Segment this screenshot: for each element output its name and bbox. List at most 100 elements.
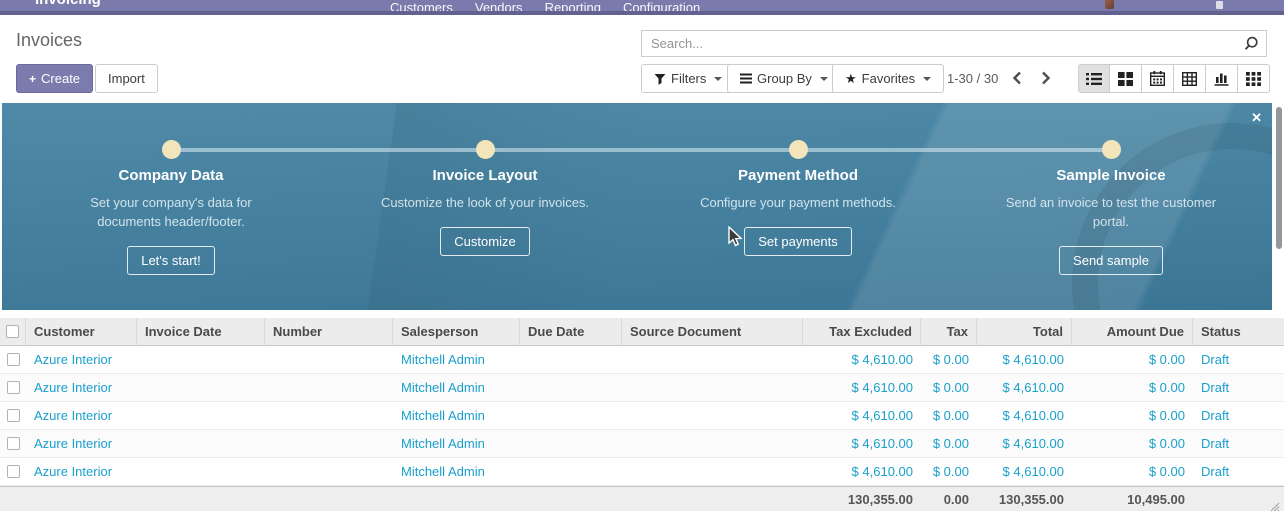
step-dot-payment-method [789, 140, 808, 159]
table-row[interactable]: Azure InteriorMitchell Admin$ 4,610.00$ … [0, 374, 1284, 402]
header-cell-source_document[interactable]: Source Document [622, 318, 803, 345]
pivot-view-button[interactable] [1174, 64, 1206, 93]
menu-item-reporting[interactable]: Reporting [545, 0, 601, 11]
set-payments-button[interactable]: Set payments [744, 227, 852, 256]
row-checkbox[interactable] [7, 381, 20, 394]
cell-amount_due: $ 0.00 [1072, 346, 1193, 373]
header-cell-tax_excluded[interactable]: Tax Excluded [803, 318, 921, 345]
cell-customer: Azure Interior [26, 374, 137, 401]
cell-number [265, 430, 393, 457]
column-header-invoice_date[interactable]: Invoice Date [145, 324, 222, 339]
app-name[interactable]: Invoicing [35, 0, 101, 11]
table-row[interactable]: Azure InteriorMitchell Admin$ 4,610.00$ … [0, 458, 1284, 486]
group-by-button[interactable]: Group By [727, 64, 841, 93]
lets-start-button[interactable]: Let's start! [127, 246, 215, 275]
cell-invoice_date [137, 374, 265, 401]
column-header-total[interactable]: Total [1033, 324, 1063, 339]
header-cell-salesperson[interactable]: Salesperson [393, 318, 520, 345]
row-checkbox[interactable] [7, 409, 20, 422]
favorites-button[interactable]: ★ Favorites [832, 64, 944, 93]
menu-item-customers[interactable]: Customers [390, 0, 453, 11]
column-header-amount_due[interactable]: Amount Due [1107, 324, 1184, 339]
column-header-tax_excluded[interactable]: Tax Excluded [829, 324, 912, 339]
plus-icon: + [29, 72, 36, 86]
checkbox-cell [0, 346, 26, 373]
send-sample-button[interactable]: Send sample [1059, 246, 1163, 275]
kanban-view-icon [1118, 72, 1133, 86]
cell-salesperson: Mitchell Admin [401, 464, 485, 479]
cell-customer: Azure Interior [34, 352, 112, 367]
resize-handle-icon[interactable] [1269, 501, 1280, 512]
table-body: Azure InteriorMitchell Admin$ 4,610.00$ … [0, 346, 1284, 486]
header-cell-status[interactable]: Status [1193, 318, 1284, 345]
cell-due_date [520, 402, 622, 429]
cell-number [265, 346, 393, 373]
cell-status: Draft [1201, 380, 1229, 395]
column-header-tax[interactable]: Tax [947, 324, 968, 339]
filters-button[interactable]: Filters [641, 64, 735, 93]
close-icon[interactable]: ✕ [1251, 111, 1262, 124]
select-all-checkbox[interactable] [6, 325, 19, 338]
header-cell-invoice_date[interactable]: Invoice Date [137, 318, 265, 345]
header-cell-total[interactable]: Total [977, 318, 1072, 345]
user-avatar[interactable] [1105, 0, 1114, 9]
search-input[interactable] [641, 30, 1267, 57]
cell-tax: $ 0.00 [933, 408, 969, 423]
activity-view-button[interactable] [1238, 64, 1270, 93]
cell-tax: $ 0.00 [921, 346, 977, 373]
chevron-down-icon [820, 77, 828, 81]
cell-source_document [622, 346, 803, 373]
pager-next-button[interactable] [1036, 68, 1056, 88]
checkbox-cell [0, 318, 26, 345]
cell-salesperson: Mitchell Admin [401, 352, 485, 367]
pager-previous-button[interactable] [1007, 68, 1027, 88]
graph-view-button[interactable] [1206, 64, 1238, 93]
column-header-customer[interactable]: Customer [34, 324, 95, 339]
mouse-cursor [728, 226, 743, 247]
cell-total: $ 4,610.00 [1003, 436, 1064, 451]
table-row[interactable]: Azure InteriorMitchell Admin$ 4,610.00$ … [0, 402, 1284, 430]
table-header-row: Customer Invoice Date Number Salesperson Due… [0, 318, 1284, 346]
cell-customer: Azure Interior [26, 346, 137, 373]
row-checkbox[interactable] [7, 437, 20, 450]
cell-tax_excluded: $ 4,610.00 [803, 346, 921, 373]
column-header-due_date[interactable]: Due Date [528, 324, 584, 339]
kanban-view-button[interactable] [1110, 64, 1142, 93]
cell-tax: $ 0.00 [933, 380, 969, 395]
calendar-view-button[interactable] [1142, 64, 1174, 93]
systray-icon[interactable] [1216, 1, 1223, 9]
vertical-scrollbar[interactable] [1276, 107, 1282, 249]
cell-tax_excluded: 130,355.00 [848, 492, 913, 507]
header-cell-tax[interactable]: Tax [921, 318, 977, 345]
column-header-salesperson[interactable]: Salesperson [401, 324, 478, 339]
row-checkbox[interactable] [7, 465, 20, 478]
import-button[interactable]: Import [95, 64, 158, 93]
cell-amount_due: 10,495.00 [1072, 487, 1193, 511]
step-title: Payment Method [676, 167, 920, 184]
cell-total: $ 4,610.00 [1003, 380, 1064, 395]
column-header-source_document[interactable]: Source Document [630, 324, 741, 339]
search-icon[interactable] [1244, 36, 1259, 51]
cell-due_date [520, 346, 622, 373]
menu-item-vendors[interactable]: Vendors [475, 0, 523, 11]
star-icon: ★ [845, 72, 857, 85]
list-view-button[interactable] [1078, 64, 1110, 93]
column-header-number[interactable]: Number [273, 324, 322, 339]
customize-button[interactable]: Customize [440, 227, 529, 256]
menu-item-configuration[interactable]: Configuration [623, 0, 700, 11]
step-title: Sample Invoice [989, 167, 1233, 184]
header-cell-due_date[interactable]: Due Date [520, 318, 622, 345]
header-cell-customer[interactable]: Customer [26, 318, 137, 345]
create-button[interactable]: + Create [16, 64, 93, 93]
step-dot-sample-invoice [1102, 140, 1121, 159]
header-cell-amount_due[interactable]: Amount Due [1072, 318, 1193, 345]
cell-tax_excluded: $ 4,610.00 [803, 458, 921, 485]
table-row[interactable]: Azure InteriorMitchell Admin$ 4,610.00$ … [0, 346, 1284, 374]
onboarding-step-company-data: Company Data Set your company's data for… [49, 167, 293, 275]
header-cell-number[interactable]: Number [265, 318, 393, 345]
table-row[interactable]: Azure InteriorMitchell Admin$ 4,610.00$ … [0, 430, 1284, 458]
column-header-status[interactable]: Status [1201, 324, 1241, 339]
row-checkbox[interactable] [7, 353, 20, 366]
cell-customer: Azure Interior [34, 464, 112, 479]
cell-due_date [520, 487, 622, 511]
